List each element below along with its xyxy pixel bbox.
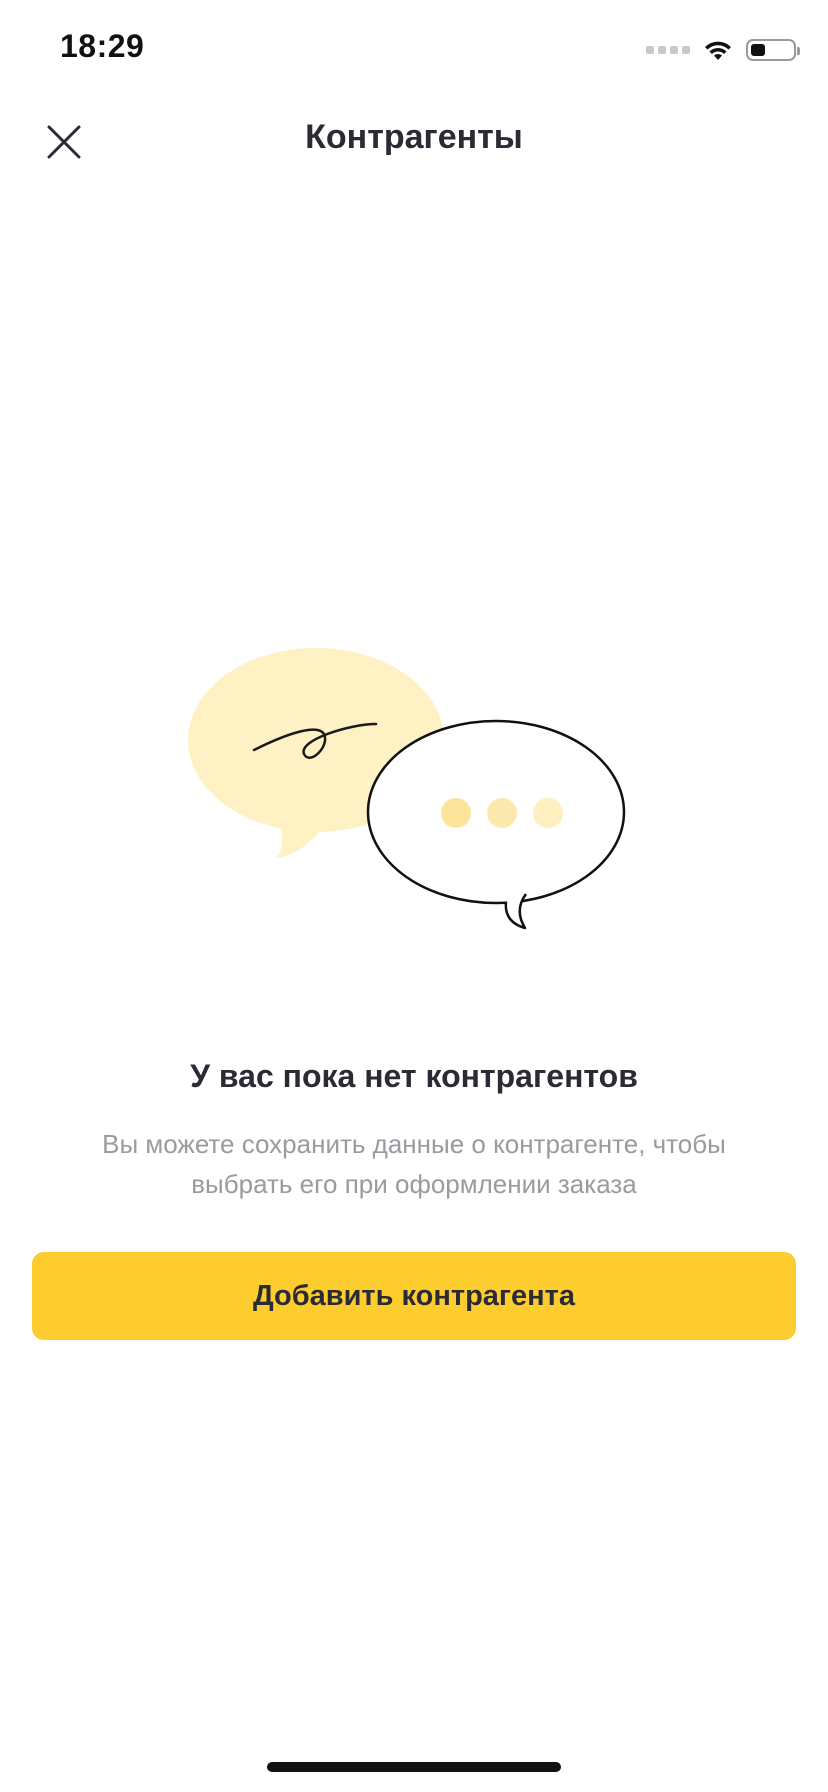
battery-icon [746,39,800,61]
empty-state-title: У вас пока нет контрагентов [190,1058,638,1094]
home-indicator[interactable] [267,1762,561,1772]
nav-bar: Контрагенты [0,100,828,180]
chat-bubbles-icon [188,648,626,930]
add-contractor-button[interactable]: Добавить контрагента [32,1252,796,1340]
wifi-icon [705,41,731,60]
status-time: 18:29 [60,28,145,64]
cellular-signal-icon [646,46,690,54]
status-bar: 18:29 [0,0,828,100]
status-icons [646,36,800,64]
empty-state-description: Вы можете сохранить данные о контрагенте… [102,1129,726,1199]
page-title: Контрагенты [305,118,523,156]
